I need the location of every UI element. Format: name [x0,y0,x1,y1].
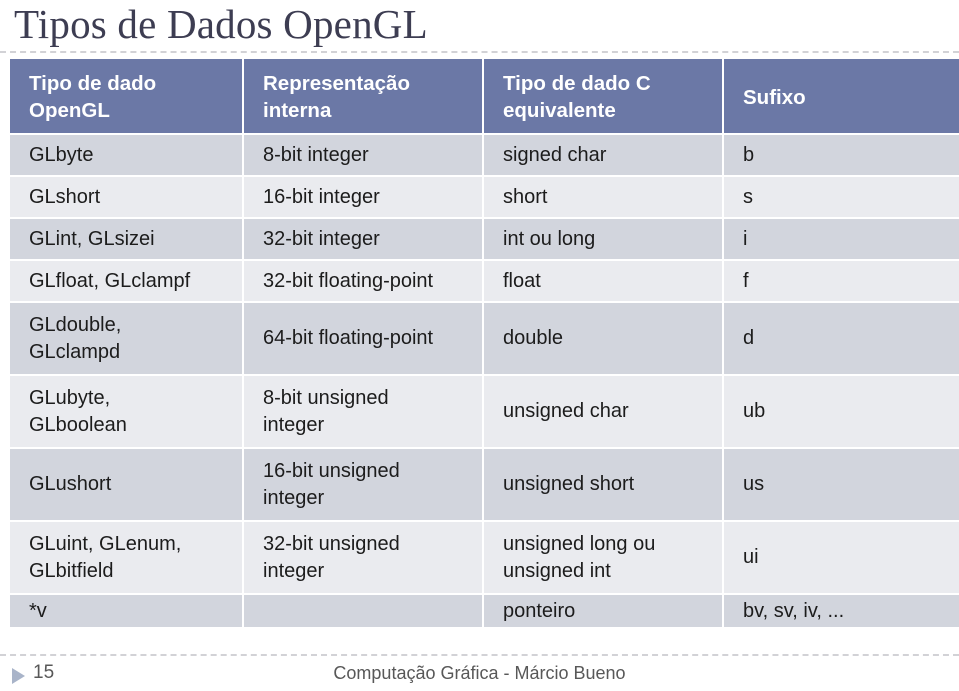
cell-text-line1: GLfloat, GLclampf [29,269,191,292]
table-row: GLint, GLsizei 32-bit integer int ou lon… [10,219,959,259]
cell-text-line1: GLushort [29,473,112,495]
cell-internal-representation: 32-bit unsigned integer [244,522,482,593]
cell-opengl-type: GLshort [10,177,242,217]
cell-internal-representation: 32-bit integer [244,219,482,259]
footer-divider [0,654,959,656]
cell-text-line2: unsigned int [503,559,611,582]
column-header-line1: Representação [263,72,410,95]
cell-internal-representation: 8-bit integer [244,135,482,175]
cell-text-line1: unsigned long ou [503,532,656,555]
cell-text-line2: integer [263,559,325,582]
cell-opengl-type: *v [10,595,242,627]
cell-text-line1: GLubyte, [29,386,111,409]
cell-text-line1: *v [29,599,47,622]
cell-text-line2: integer [263,413,325,436]
cell-text-line1: 32-bit unsigned [263,532,400,555]
cell-text-line1: GLshort [29,185,101,208]
column-header-c-type: Tipo de dado C equivalente [484,59,722,133]
cell-internal-representation: 32-bit floating-point [244,261,482,301]
cell-text-line2: GLboolean [29,413,127,436]
cell-text-line1: 8-bit unsigned [263,386,389,409]
cell-text-line1: 16-bit unsigned [263,459,400,482]
table-row: *v ponteiro bv, sv, iv, ... [10,595,959,627]
table-row: GLushort 16-bit unsigned integer unsigne… [10,449,959,520]
column-header-suffix: Sufixo [724,59,959,133]
cell-c-type: double [484,303,722,374]
cell-text-line1: 16-bit integer [263,185,380,208]
cell-text-line1: GLbyte [29,143,94,166]
footer-text: Computação Gráfica - Márcio Bueno [333,663,626,683]
cell-text-line1: 32-bit floating-point [263,269,434,292]
column-header-line2: OpenGL [29,99,110,122]
cell-text-line1: short [503,185,548,208]
cell-internal-representation: 16-bit unsigned integer [244,449,482,520]
cell-c-type: unsigned char [484,376,722,447]
cell-text-line2: GLbitfield [29,559,114,582]
table-row: GLfloat, GLclampf 32-bit floating-point … [10,261,959,301]
column-header-internal-representation: Representação interna [244,59,482,133]
cell-suffix: bv, sv, iv, ... [724,595,959,627]
cell-suffix: us [724,449,959,520]
column-header-line2: interna [263,99,332,122]
cell-opengl-type: GLuint, GLenum, GLbitfield [10,522,242,593]
cell-text-line1: float [503,269,541,292]
table-row: GLbyte 8-bit integer signed char b [10,135,959,175]
cell-opengl-type: GLushort [10,449,242,520]
cell-suffix: f [724,261,959,301]
cell-c-type: unsigned long ou unsigned int [484,522,722,593]
cell-internal-representation: 16-bit integer [244,177,482,217]
cell-text-line1: ponteiro [503,599,576,622]
cell-opengl-type: GLubyte, GLboolean [10,376,242,447]
cell-opengl-type: GLint, GLsizei [10,219,242,259]
slide-footer: 15 Computação Gráfica - Márcio Bueno [0,660,959,691]
cell-suffix: d [724,303,959,374]
column-header-line1: Tipo de dado [29,72,157,95]
cell-suffix: s [724,177,959,217]
cell-text-line1: 64-bit floating-point [263,327,434,349]
page-title: Tipos de Dados OpenGL [14,1,428,47]
cell-text-line1: GLuint, GLenum, [29,532,182,555]
cell-text-line1: double [503,327,564,349]
cell-text-line2: integer [263,486,325,509]
cell-text-line1: unsigned short [503,473,635,495]
table-row: GLuint, GLenum, GLbitfield 32-bit unsign… [10,522,959,593]
cell-text-line1: int ou long [503,227,596,250]
title-divider [0,51,959,53]
column-header-line1: Sufixo [743,85,806,109]
cell-c-type: unsigned short [484,449,722,520]
column-header-opengl-type: Tipo de dado OpenGL [10,59,242,133]
cell-c-type: int ou long [484,219,722,259]
cell-suffix: b [724,135,959,175]
cell-c-type: short [484,177,722,217]
cell-c-type: ponteiro [484,595,722,627]
cell-text-line1: 32-bit integer [263,227,380,250]
cell-internal-representation [244,595,482,627]
cell-internal-representation: 8-bit unsigned integer [244,376,482,447]
column-header-line1: Tipo de dado C [503,72,651,95]
cell-opengl-type: GLbyte [10,135,242,175]
cell-c-type: signed char [484,135,722,175]
cell-text-line1: signed char [503,143,607,166]
cell-suffix: ui [724,522,959,593]
table-header-row: Tipo de dado OpenGL Representação intern… [10,59,959,133]
cell-text-line1: GLint, GLsizei [29,227,155,250]
cell-internal-representation: 64-bit floating-point [244,303,482,374]
cell-opengl-type: GLdouble, GLclampd [10,303,242,374]
table-row: GLubyte, GLboolean 8-bit unsigned intege… [10,376,959,447]
cell-suffix: ub [724,376,959,447]
opengl-data-types-table: Tipo de dado OpenGL Representação intern… [8,57,959,629]
column-header-line2: equivalente [503,99,616,122]
cell-text-line1: GLdouble, [29,313,122,336]
table-row: GLshort 16-bit integer short s [10,177,959,217]
cell-c-type: float [484,261,722,301]
table-row: GLdouble, GLclampd 64-bit floating-point… [10,303,959,374]
cell-opengl-type: GLfloat, GLclampf [10,261,242,301]
cell-text-line2: GLclampd [29,340,121,363]
cell-suffix: i [724,219,959,259]
cell-text-line1: 8-bit integer [263,143,369,166]
cell-text-line1: unsigned char [503,400,629,422]
